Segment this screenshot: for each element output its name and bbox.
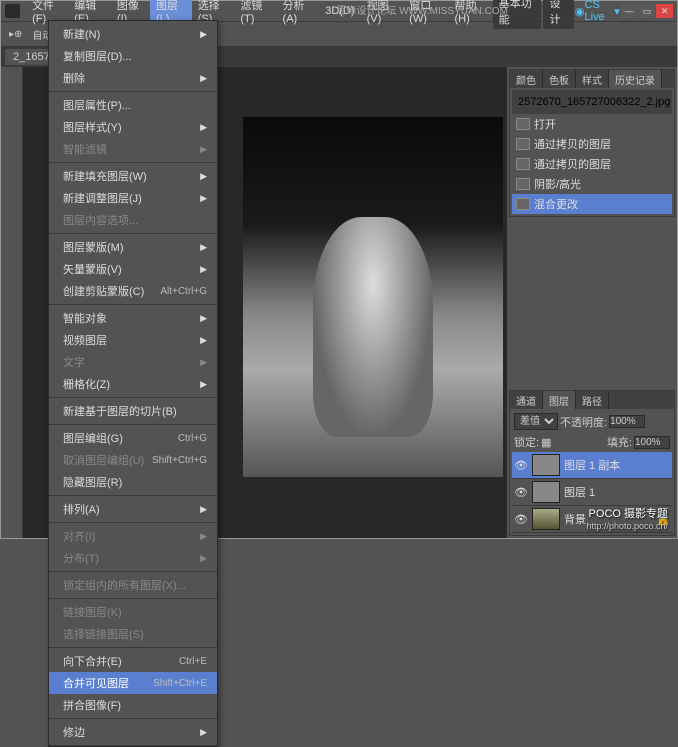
menu-item[interactable]: 新建调整图层(J)▶	[49, 187, 217, 209]
menu-item: 链接图层(K)	[49, 601, 217, 623]
window-max-icon[interactable]: ▭	[639, 4, 656, 18]
menu-item[interactable]: 隐藏图层(R)	[49, 471, 217, 493]
menu-item[interactable]: 图层属性(P)...	[49, 94, 217, 116]
menu-item[interactable]: 智能对象▶	[49, 307, 217, 329]
opacity-input[interactable]	[609, 415, 645, 428]
menu-item[interactable]: 拼合图像(F)	[49, 694, 217, 716]
workspace-design[interactable]: 设计	[543, 0, 573, 29]
submenu-arrow-icon: ▶	[200, 357, 207, 368]
window-min-icon[interactable]: —	[621, 4, 638, 18]
visibility-icon[interactable]: 👁	[514, 459, 528, 472]
tab-layers[interactable]: 图层	[543, 391, 576, 409]
menu-item[interactable]: 视频图层▶	[49, 329, 217, 351]
menu-item: 选择链接图层(S)	[49, 623, 217, 645]
history-panel: 颜色 色板 样式 历史记录 2572670_165727006322_2.jpg…	[509, 69, 675, 217]
submenu-arrow-icon: ▶	[200, 553, 207, 564]
submenu-arrow-icon: ▶	[200, 313, 207, 324]
right-panels: 颜色 色板 样式 历史记录 2572670_165727006322_2.jpg…	[507, 67, 677, 538]
menu-item[interactable]: 删除▶	[49, 67, 217, 89]
menu-item: 取消图层编组(U)Shift+Ctrl+G	[49, 449, 217, 471]
layer-menu-dropdown: 新建(N)▶复制图层(D)...删除▶ 图层属性(P)...图层样式(Y)▶智能滤…	[48, 20, 218, 747]
submenu-arrow-icon: ▶	[200, 171, 207, 182]
layer-row[interactable]: 👁图层 1 副本	[512, 452, 672, 479]
menu-item: 智能滤镜▶	[49, 138, 217, 160]
menu-item[interactable]: 向下合并(E)Ctrl+E	[49, 650, 217, 672]
menu-item: 分布(T)▶	[49, 547, 217, 569]
tab-channels[interactable]: 通道	[510, 391, 543, 409]
menu-item[interactable]: 栅格化(Z)▶	[49, 373, 217, 395]
blend-mode-select[interactable]: 差值	[514, 413, 558, 430]
submenu-arrow-icon: ▶	[200, 73, 207, 84]
submenu-arrow-icon: ▶	[200, 122, 207, 133]
menu-item[interactable]: 复制图层(D)...	[49, 45, 217, 67]
submenu-arrow-icon: ▶	[200, 29, 207, 40]
tab-history[interactable]: 历史记录	[609, 70, 662, 88]
layer-row[interactable]: 👁图层 1	[512, 479, 672, 506]
tab-paths[interactable]: 路径	[576, 391, 609, 409]
menu-item[interactable]: 新建填充图层(W)▶	[49, 165, 217, 187]
history-item[interactable]: 通过拷贝的图层	[512, 134, 672, 154]
submenu-arrow-icon: ▶	[200, 531, 207, 542]
tab-swatches[interactable]: 色板	[543, 70, 576, 88]
menu-item[interactable]: 新建(N)▶	[49, 23, 217, 45]
history-file: 2572670_165727006322_2.jpg	[518, 96, 670, 108]
history-item[interactable]: 打开	[512, 114, 672, 134]
cslive-button[interactable]: ◉ CS Live ▾	[575, 0, 620, 23]
tab-color[interactable]: 颜色	[510, 70, 543, 88]
menu-filter[interactable]: 滤镜(T)	[234, 0, 276, 27]
watermark-top: 思缘设计论坛 WWW.MISSYUAN.COM	[336, 2, 508, 17]
tools-panel[interactable]	[1, 67, 23, 538]
submenu-arrow-icon: ▶	[200, 727, 207, 738]
history-item[interactable]: 阴影/高光	[512, 174, 672, 194]
submenu-arrow-icon: ▶	[200, 335, 207, 346]
menu-item[interactable]: 图层样式(Y)▶	[49, 116, 217, 138]
submenu-arrow-icon: ▶	[200, 264, 207, 275]
menu-item[interactable]: 图层蒙版(M)▶	[49, 236, 217, 258]
tab-styles[interactable]: 样式	[576, 70, 609, 88]
fill-input[interactable]	[634, 436, 670, 449]
menu-item[interactable]: 修边▶	[49, 721, 217, 743]
submenu-arrow-icon: ▶	[200, 144, 207, 155]
menu-item: 文字▶	[49, 351, 217, 373]
menu-item: 锁定组内的所有图层(X)...	[49, 574, 217, 596]
history-item[interactable]: 混合更改	[512, 194, 672, 214]
submenu-arrow-icon: ▶	[200, 193, 207, 204]
watermark-bottom: POCO 摄影专题 http://photo.poco.cn/	[586, 505, 668, 531]
opacity-label: 不透明度:	[560, 414, 607, 430]
visibility-icon[interactable]: 👁	[514, 486, 528, 499]
lock-label: 锁定:	[514, 434, 539, 450]
visibility-icon[interactable]: 👁	[514, 513, 528, 526]
submenu-arrow-icon: ▶	[200, 242, 207, 253]
menu-item: 对齐(I)▶	[49, 525, 217, 547]
app-logo	[5, 4, 20, 18]
menu-item[interactable]: 合并可见图层Shift+Ctrl+E	[49, 672, 217, 694]
history-snapshot[interactable]: 2572670_165727006322_2.jpg	[512, 90, 672, 114]
submenu-arrow-icon: ▶	[200, 379, 207, 390]
menu-item[interactable]: 新建基于图层的切片(B)	[49, 400, 217, 422]
lock-icon[interactable]: ▦	[541, 436, 551, 449]
menu-item[interactable]: 矢量蒙版(V)▶	[49, 258, 217, 280]
menu-analysis[interactable]: 分析(A)	[277, 0, 320, 27]
submenu-arrow-icon: ▶	[200, 504, 207, 515]
fill-label: 填充:	[607, 434, 632, 450]
menu-item[interactable]: 排列(A)▶	[49, 498, 217, 520]
menu-item: 图层内容选项...	[49, 209, 217, 231]
cslive-label: CS Live	[585, 0, 615, 23]
menu-item[interactable]: 创建剪贴蒙版(C)Alt+Ctrl+G	[49, 280, 217, 302]
menu-item[interactable]: 图层编组(G)Ctrl+G	[49, 427, 217, 449]
move-tool-icon[interactable]: ▸⊕	[5, 27, 26, 42]
window-close-icon[interactable]: ✕	[656, 4, 673, 18]
canvas-image	[243, 117, 503, 477]
history-item[interactable]: 通过拷贝的图层	[512, 154, 672, 174]
